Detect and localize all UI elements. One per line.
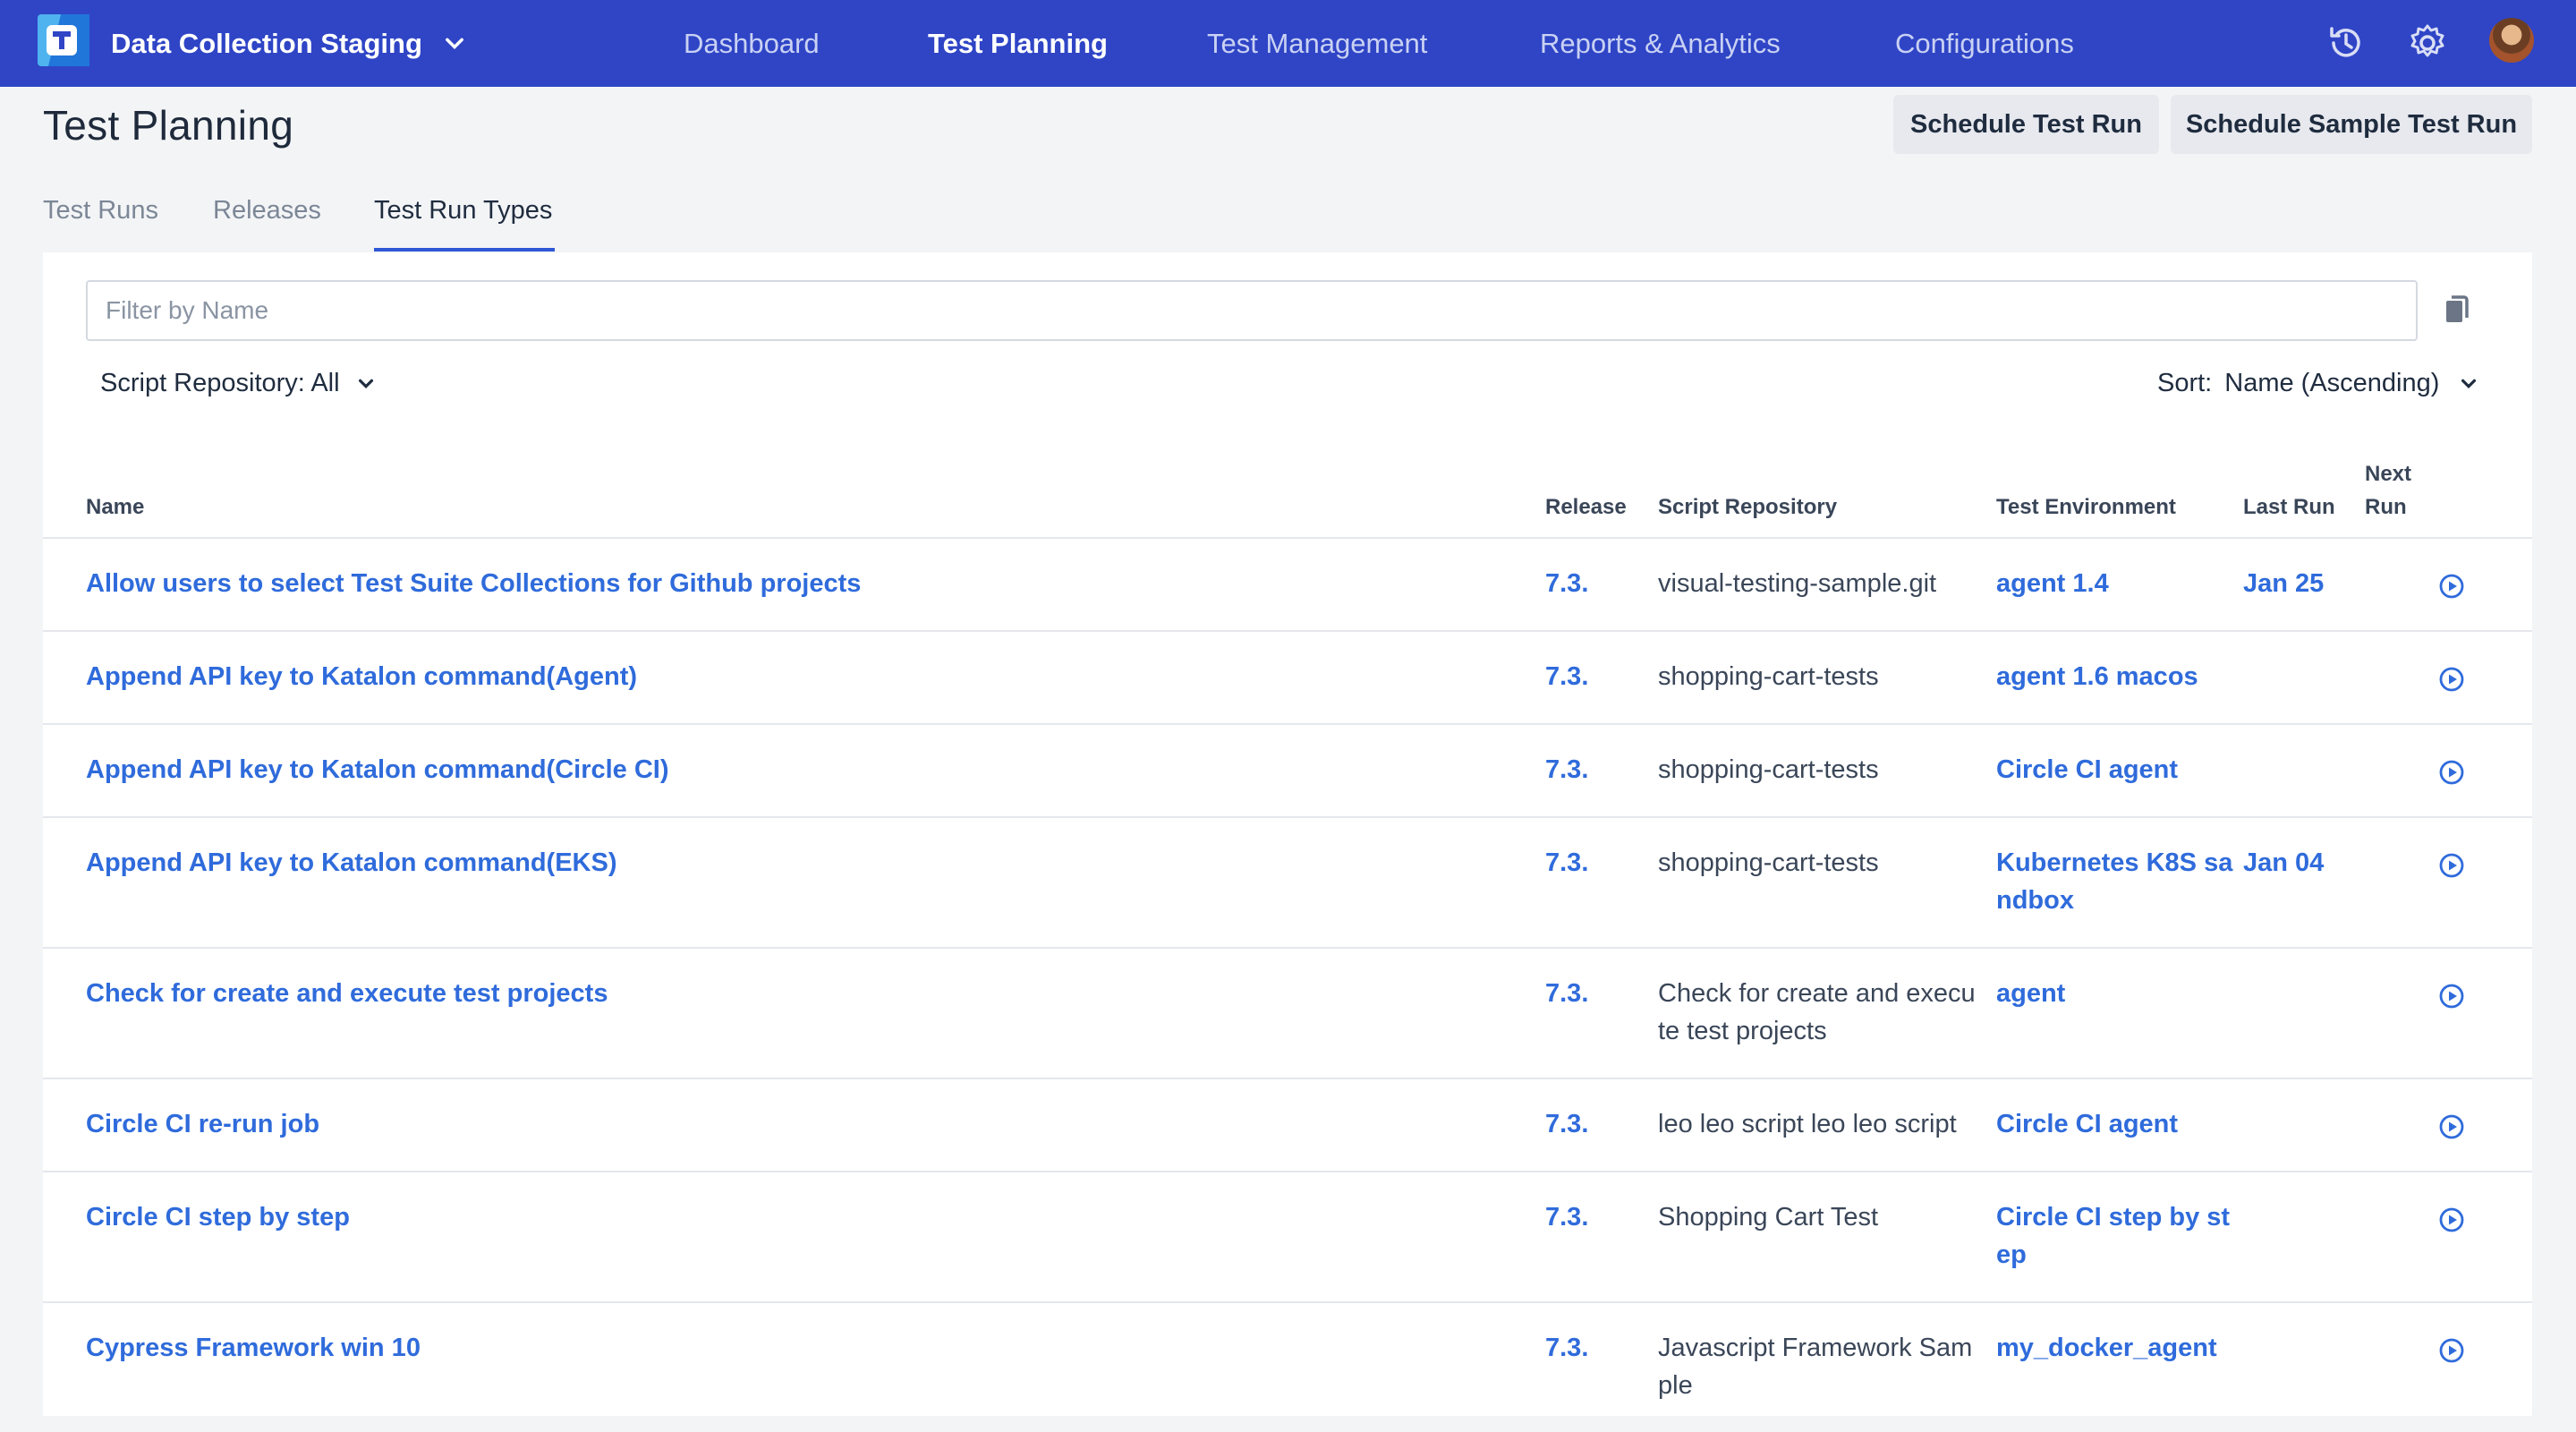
row-release-link[interactable]: 7.3. <box>1545 565 1588 602</box>
row-script-repository-wrap: te test projects <box>1658 1017 1827 1045</box>
table-row[interactable]: Check for create and execu te test projec… <box>43 947 2532 1078</box>
table-row[interactable]: Circle CI step by step 7.3. Shopping Car… <box>43 1171 2532 1301</box>
row-release-link[interactable]: 7.3. <box>1545 1329 1588 1367</box>
row-test-environment-link[interactable]: Circle CI agent <box>1996 1105 2178 1143</box>
table-row[interactable]: Circle CI re-run job 7.3. leo leo script… <box>43 1078 2532 1171</box>
schedule-sample-test-run-button[interactable]: Schedule Sample Test Run <box>2171 95 2532 154</box>
chevron-down-icon <box>2461 379 2477 388</box>
nav-dashboard[interactable]: Dashboard <box>684 0 820 87</box>
column-header-release[interactable]: Release <box>1545 490 1627 524</box>
run-now-play-icon[interactable] <box>2438 983 2465 1010</box>
row-test-environment-link[interactable]: agent 1.4 <box>1996 565 2109 602</box>
row-script-repository: shopping-cart-tests <box>1658 848 1879 877</box>
run-now-play-icon[interactable] <box>2438 852 2465 879</box>
test-run-types-panel: Script Repository: All Sort: Name (Ascen… <box>43 252 2532 1416</box>
row-release-link[interactable]: 7.3. <box>1545 751 1588 788</box>
run-now-play-icon[interactable] <box>2438 573 2465 600</box>
row-script-repository-wrap: ple <box>1658 1371 1693 1400</box>
table-row[interactable]: Append API key to Katalon command(EKS) 7… <box>43 816 2532 947</box>
row-release-link[interactable]: 7.3. <box>1545 975 1588 1012</box>
sort-value: Name (Ascending) <box>2224 369 2440 397</box>
table-row[interactable]: Append API key to Katalon command(Agent)… <box>43 630 2532 723</box>
table-row[interactable]: Append API key to Katalon command(Circle… <box>43 723 2532 816</box>
row-release-link[interactable]: 7.3. <box>1545 658 1588 695</box>
nav-test-management[interactable]: Test Management <box>1207 0 1427 87</box>
copy-icon[interactable] <box>2440 292 2476 328</box>
row-test-environment-link[interactable]: Circle CI agent <box>1996 751 2178 788</box>
top-nav-bar: Data Collection Staging Dashboard Test P… <box>0 0 2576 87</box>
row-test-environment-link-wrap[interactable]: ep <box>1996 1236 2027 1274</box>
row-script-repository: Check for create and execu <box>1658 979 1976 1008</box>
script-repository-filter[interactable]: Script Repository: All <box>100 369 376 398</box>
row-test-environment-link[interactable]: my_docker_agent <box>1996 1329 2217 1367</box>
row-last-run-link[interactable]: Jan 04 <box>2243 844 2324 882</box>
active-tab-indicator <box>374 248 555 251</box>
row-name-link[interactable]: Append API key to Katalon command(Circle… <box>86 751 669 788</box>
row-script-repository: shopping-cart-tests <box>1658 662 1879 691</box>
row-test-environment-link-wrap[interactable]: ndbox <box>1996 882 2074 919</box>
run-now-play-icon[interactable] <box>2438 1113 2465 1140</box>
history-icon[interactable] <box>2323 20 2369 66</box>
run-now-play-icon[interactable] <box>2438 1206 2465 1233</box>
project-switcher[interactable]: Data Collection Staging <box>111 0 467 87</box>
row-release-link[interactable]: 7.3. <box>1545 844 1588 882</box>
row-script-repository: visual-testing-sample.git <box>1658 569 1937 598</box>
row-release-link[interactable]: 7.3. <box>1545 1105 1588 1143</box>
user-avatar[interactable] <box>2489 18 2534 63</box>
column-header-script-repository[interactable]: Script Repository <box>1658 490 1837 524</box>
row-name-link[interactable]: Allow users to select Test Suite Collect… <box>86 565 861 602</box>
row-script-repository: leo leo script leo leo script <box>1658 1110 1957 1138</box>
tab-test-run-types[interactable]: Test Run Types <box>374 196 552 226</box>
row-test-environment-link[interactable]: agent <box>1996 975 2065 1012</box>
row-release-link[interactable]: 7.3. <box>1545 1198 1588 1236</box>
row-script-repository: shopping-cart-tests <box>1658 755 1879 784</box>
sort-dropdown[interactable]: Sort: Name (Ascending) <box>2157 369 2478 398</box>
table-row[interactable]: Cypress Framework win 10 7.3. Javascript… <box>43 1301 2532 1432</box>
page-title: Test Planning <box>43 102 294 149</box>
sort-label: Sort: <box>2157 369 2213 397</box>
nav-configurations[interactable]: Configurations <box>1895 0 2074 87</box>
row-name-link[interactable]: Circle CI step by step <box>86 1198 350 1236</box>
row-name-link[interactable]: Check for create and execute test projec… <box>86 975 608 1012</box>
row-name-link[interactable]: Append API key to Katalon command(EKS) <box>86 844 617 882</box>
run-now-play-icon[interactable] <box>2438 759 2465 786</box>
row-name-link[interactable]: Append API key to Katalon command(Agent) <box>86 658 637 695</box>
chevron-down-icon <box>358 379 373 388</box>
row-last-run-link[interactable]: Jan 25 <box>2243 565 2324 602</box>
filter-by-name-input[interactable] <box>86 280 2418 341</box>
nav-test-planning[interactable]: Test Planning <box>928 0 1108 87</box>
row-name-link[interactable]: Cypress Framework win 10 <box>86 1329 421 1367</box>
column-header-next-run-line2: Run <box>2365 495 2407 519</box>
column-header-last-run[interactable]: Last Run <box>2243 490 2335 524</box>
row-script-repository: Javascript Framework Sam <box>1658 1334 1973 1362</box>
row-name-link[interactable]: Circle CI re-run job <box>86 1105 319 1143</box>
schedule-test-run-button[interactable]: Schedule Test Run <box>1893 95 2159 154</box>
project-name: Data Collection Staging <box>111 27 422 59</box>
run-now-play-icon[interactable] <box>2438 666 2465 693</box>
row-test-environment-link[interactable]: Circle CI step by st <box>1996 1198 2230 1236</box>
testops-logo-icon[interactable] <box>36 13 93 68</box>
column-header-next-run-line1[interactable]: Next <box>2365 457 2411 490</box>
run-now-play-icon[interactable] <box>2438 1337 2465 1364</box>
column-header-test-environment[interactable]: Test Environment <box>1996 490 2176 524</box>
tab-releases[interactable]: Releases <box>213 196 321 226</box>
chevron-down-icon <box>446 38 463 49</box>
table-row[interactable]: Allow users to select Test Suite Collect… <box>43 537 2532 630</box>
nav-reports-analytics[interactable]: Reports & Analytics <box>1540 0 1781 87</box>
column-header-name[interactable]: Name <box>86 490 144 524</box>
row-script-repository: Shopping Cart Test <box>1658 1203 1879 1232</box>
row-test-environment-link[interactable]: agent 1.6 macos <box>1996 658 2198 695</box>
tab-test-runs[interactable]: Test Runs <box>43 196 158 226</box>
row-test-environment-link[interactable]: Kubernetes K8S sa <box>1996 844 2232 882</box>
script-repository-label: Script Repository: All <box>100 369 340 397</box>
settings-gear-icon[interactable] <box>2404 20 2451 66</box>
